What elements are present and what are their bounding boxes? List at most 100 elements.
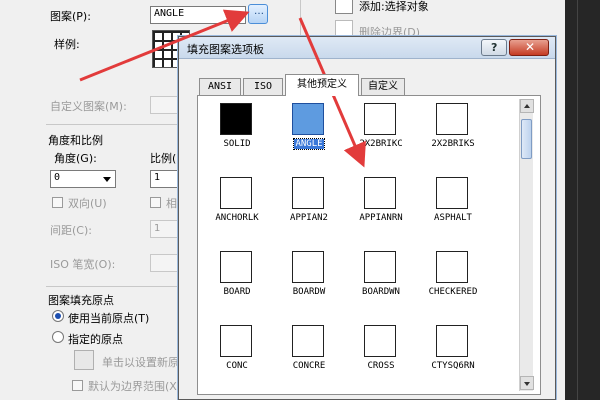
relative-label: 相	[166, 197, 177, 210]
pattern-item[interactable]: BOARDWN	[345, 247, 417, 321]
board-icon	[364, 251, 396, 283]
help-button[interactable]: ?	[481, 39, 507, 56]
dialog-title: 填充图案选项板	[187, 43, 264, 56]
pattern-item[interactable]: CROSS	[345, 321, 417, 391]
pattern-item[interactable]: CHECKERED	[417, 247, 489, 321]
pattern-item[interactable]: APPIAN2	[273, 173, 345, 247]
tab-iso[interactable]: ISO	[243, 78, 283, 95]
add-select-label[interactable]: 添加:选择对象	[359, 0, 429, 14]
spacing-label: 间距(C):	[50, 224, 92, 237]
scroll-up-button[interactable]	[520, 99, 534, 113]
vertical-scrollbar[interactable]	[519, 99, 534, 391]
pattern-item[interactable]: ANGLE	[273, 99, 345, 173]
divider	[46, 286, 180, 287]
checkered-icon	[436, 251, 468, 283]
pattern-item[interactable]: CTYSQ6RN	[417, 321, 489, 391]
tab-label: 自定义	[368, 81, 398, 92]
pattern-name-text: CONC	[226, 361, 248, 371]
hatch-pattern-palette-dialog: 填充图案选项板 ? ✕ ANSI ISO 其他预定义 自定义 SOLID ANGL…	[178, 36, 556, 400]
tab-ansi[interactable]: ANSI	[199, 78, 241, 95]
pattern-name-text: ANGLE	[293, 138, 325, 150]
scale-label: 比例(	[150, 152, 177, 165]
pattern-item[interactable]: CONC	[201, 321, 273, 391]
scroll-thumb[interactable]	[521, 119, 532, 159]
pattern-combobox[interactable]: ANGLE	[150, 6, 246, 24]
brick-icon	[364, 177, 396, 209]
pattern-grid: SOLID ANGLE 2X2BRIKC 2X2BRIKS ANCHORLK APPIAN…	[201, 99, 519, 391]
solid-icon	[220, 103, 252, 135]
use-current-origin-label: 使用当前原点(T)	[68, 312, 150, 325]
iso-pen-combobox[interactable]	[150, 254, 180, 272]
pattern-name-text: BOARDWN	[362, 287, 400, 297]
pattern-name-text: CHECKERED	[428, 287, 478, 297]
pattern-value: ANGLE	[154, 8, 185, 19]
pattern-item[interactable]: 2X2BRIKC	[345, 99, 417, 173]
board-icon	[292, 251, 324, 283]
divider	[46, 124, 180, 125]
brick-icon	[292, 177, 324, 209]
pattern-name-text: ANCHORLK	[215, 213, 259, 223]
angle-combobox[interactable]: 0	[50, 170, 116, 188]
tab-other-predefined[interactable]: 其他预定义	[285, 74, 359, 96]
pattern-item[interactable]: ASPHALT	[417, 173, 489, 247]
concrete-icon	[292, 325, 324, 357]
tab-label: 其他预定义	[297, 79, 347, 90]
pattern-name-text: SOLID	[223, 139, 251, 149]
board-icon	[220, 251, 252, 283]
pattern-item[interactable]: ANCHORLK	[201, 173, 273, 247]
set-origin-icon[interactable]	[74, 350, 94, 370]
pattern-item[interactable]: BOARDW	[273, 247, 345, 321]
title-bar[interactable]: 填充图案选项板 ? ✕	[179, 37, 555, 59]
brick-icon	[364, 103, 396, 135]
pattern-name-text: 2X2BRIKC	[359, 139, 403, 149]
browse-pattern-button[interactable]	[248, 4, 268, 24]
brick-icon	[436, 103, 468, 135]
scale-value: 1	[154, 172, 161, 183]
chevron-down-icon	[233, 13, 241, 18]
default-boundary-checkbox[interactable]	[72, 380, 83, 391]
chevron-down-icon	[103, 177, 111, 182]
pattern-name-text: APPIANRN	[359, 213, 403, 223]
pattern-name: CHECKERED	[409, 287, 497, 297]
pattern-item[interactable]: CONCRE	[273, 321, 345, 391]
scroll-down-button[interactable]	[520, 376, 534, 390]
default-boundary-label: 默认为边界范围(X	[88, 380, 177, 393]
pattern-name-text: CTYSQ6RN	[431, 361, 475, 371]
scale-combobox[interactable]: 1	[150, 170, 180, 188]
tab-custom[interactable]: 自定义	[361, 78, 405, 95]
asphalt-icon	[436, 177, 468, 209]
add-select-icon[interactable]	[335, 0, 353, 14]
angle-icon	[292, 103, 324, 135]
tab-label: ISO	[253, 81, 273, 92]
custom-pattern-combobox[interactable]	[150, 96, 180, 114]
cross-icon	[364, 325, 396, 357]
pattern-name-text: 2X2BRIKS	[431, 139, 475, 149]
click-set-origin-label: 单击以设置新原	[102, 356, 179, 369]
tab-label: ANSI	[207, 81, 233, 92]
use-current-origin-radio[interactable]	[52, 310, 64, 322]
pattern-name-text: ASPHALT	[434, 213, 472, 223]
pattern-name: CTYSQ6RN	[409, 361, 497, 371]
spacing-value: 1	[154, 223, 161, 234]
spacing-field[interactable]: 1	[150, 220, 180, 238]
pattern-item[interactable]: APPIANRN	[345, 173, 417, 247]
pattern-label: 图案(P):	[50, 10, 91, 23]
help-icon: ?	[491, 41, 498, 54]
pattern-item[interactable]: SOLID	[201, 99, 273, 173]
anchorlock-icon	[220, 177, 252, 209]
relative-checkbox[interactable]	[150, 197, 161, 208]
close-button[interactable]: ✕	[509, 39, 549, 56]
pattern-item[interactable]: 2X2BRIKS	[417, 99, 489, 173]
pattern-name-text: CROSS	[367, 361, 395, 371]
double-checkbox[interactable]	[52, 197, 63, 208]
brick-icon	[436, 325, 468, 357]
concrete-icon	[220, 325, 252, 357]
specified-origin-label: 指定的原点	[68, 333, 123, 346]
angle-scale-header: 角度和比例	[48, 134, 103, 147]
pattern-name-text: BOARDW	[292, 287, 326, 297]
specified-origin-radio[interactable]	[52, 331, 64, 343]
window-edge	[565, 0, 600, 400]
pattern-name: 2X2BRIKS	[409, 139, 497, 149]
iso-pen-label: ISO 笔宽(O):	[50, 258, 116, 271]
pattern-item[interactable]: BOARD	[201, 247, 273, 321]
